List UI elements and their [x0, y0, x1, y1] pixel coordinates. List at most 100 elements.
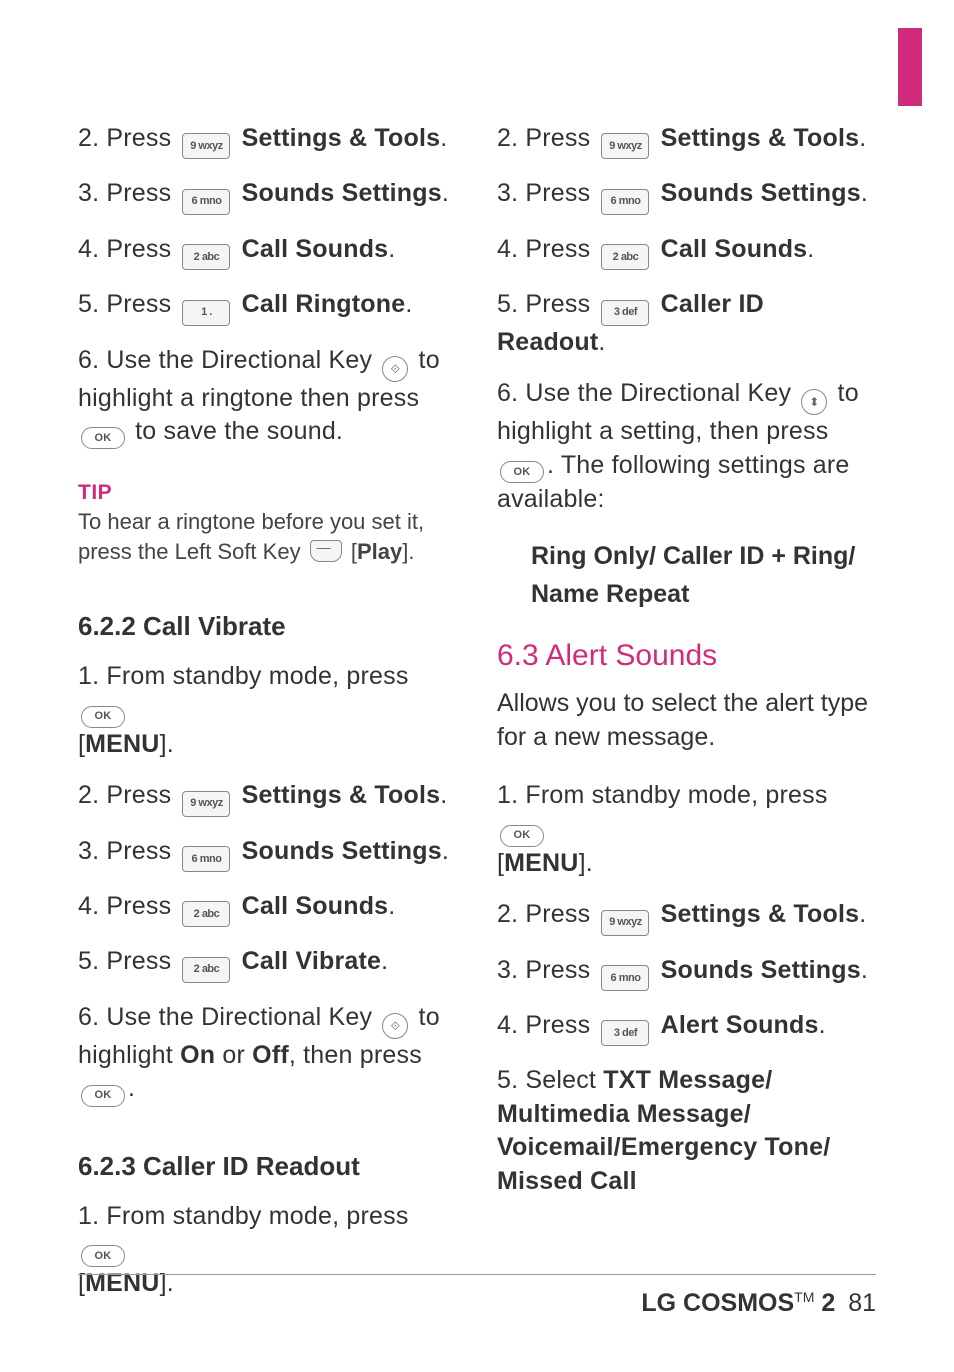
text: , then press	[289, 1041, 422, 1069]
page-edge-tab	[898, 28, 922, 106]
keypad-9-icon: 9 wxyz	[182, 791, 230, 817]
text: .	[388, 892, 395, 920]
text: 5. Press	[497, 290, 590, 318]
ok-key-icon: OK	[81, 706, 125, 728]
step-text: 6. Use the Directional Key ⟐ to highligh…	[78, 344, 457, 450]
text: 6. Use the Directional Key	[78, 346, 372, 374]
text: .	[819, 1011, 826, 1039]
text: or	[222, 1041, 245, 1069]
text: 4. Press	[497, 235, 590, 263]
label: Call Ringtone	[242, 290, 406, 318]
text: 4. Press	[78, 892, 171, 920]
text: .	[128, 1074, 135, 1102]
text: 4. Press	[497, 1011, 590, 1039]
on-label: On	[180, 1041, 215, 1069]
text: 2. Press	[497, 900, 590, 928]
ok-key-icon: OK	[500, 461, 544, 483]
keypad-9-icon: 9 wxyz	[601, 910, 649, 936]
directional-key-icon: ⟐	[382, 356, 408, 382]
label: Settings & Tools	[661, 124, 860, 152]
text: .	[440, 124, 447, 152]
label: Settings & Tools	[242, 124, 441, 152]
label: Settings & Tools	[661, 900, 860, 928]
text: .	[598, 328, 605, 356]
left-soft-key-icon	[310, 540, 342, 562]
text: .	[440, 781, 447, 809]
text: .	[388, 235, 395, 263]
right-column: 2. Press 9 wxyz Settings & Tools. 3. Pre…	[497, 122, 876, 1242]
step-text: 6. Use the Directional Key ⟐ to highligh…	[78, 1001, 457, 1107]
ok-key-icon: OK	[81, 1245, 125, 1267]
off-label: Off	[252, 1041, 289, 1069]
menu-label: MENU	[504, 849, 578, 877]
text: 3. Press	[78, 179, 171, 207]
tip-body: To hear a ringtone before you set it, pr…	[78, 507, 457, 566]
step-text: 5. Select TXT Message/ Multimedia Messag…	[497, 1064, 876, 1198]
step-text: 6. Use the Directional Key ⬍ to highligh…	[497, 377, 876, 516]
ok-key-icon: OK	[81, 427, 125, 449]
step-text: 2. Press 9 wxyz Settings & Tools.	[497, 898, 876, 935]
keypad-9-icon: 9 wxyz	[182, 133, 230, 159]
keypad-6-icon: 6 mno	[182, 846, 230, 872]
step-text: 2. Press 9 wxyz Settings & Tools.	[497, 122, 876, 159]
heading-6-2-3: 6.2.3 Caller ID Readout	[78, 1151, 457, 1182]
keypad-2-icon: 2 abc	[182, 901, 230, 927]
keypad-3-icon: 3 def	[601, 1020, 649, 1046]
page-number: 81	[848, 1289, 876, 1317]
text: 5. Press	[78, 947, 171, 975]
text: ].	[402, 539, 414, 564]
label: Settings & Tools	[242, 781, 441, 809]
step-text: 2. Press 9 wxyz Settings & Tools.	[78, 779, 457, 816]
step-text: 4. Press 2 abc Call Sounds.	[78, 890, 457, 927]
readout-options: Ring Only/ Caller ID + Ring/ Name Repeat	[531, 538, 876, 613]
text: 3. Press	[78, 837, 171, 865]
step-text: 3. Press 6 mno Sounds Settings.	[497, 954, 876, 991]
trademark-icon: TM	[794, 1289, 814, 1305]
step-text: 5. Press 2 abc Call Vibrate.	[78, 945, 457, 982]
keypad-2-icon: 2 abc	[182, 244, 230, 270]
page-body: 2. Press 9 wxyz Settings & Tools. 3. Pre…	[78, 122, 876, 1242]
heading-6-2-2: 6.2.2 Call Vibrate	[78, 611, 457, 642]
text: .	[442, 179, 449, 207]
text: .	[859, 900, 866, 928]
label: Sounds Settings	[661, 956, 861, 984]
step-text: 1. From standby mode, press OK [MENU].	[497, 779, 876, 880]
label: Call Sounds	[242, 892, 389, 920]
step-text: 5. Press 3 def Caller ID Readout.	[497, 288, 876, 359]
label: Sounds Settings	[661, 179, 861, 207]
text: .	[859, 124, 866, 152]
text: 1. From standby mode, press	[497, 781, 828, 809]
step-text: 5. Press 1 . Call Ringtone.	[78, 288, 457, 325]
page-footer: LG COSMOSTM 2 81	[78, 1274, 876, 1318]
text: 3. Press	[497, 179, 590, 207]
text: .	[807, 235, 814, 263]
keypad-2-icon: 2 abc	[182, 957, 230, 983]
text: .	[442, 837, 449, 865]
step-text: 4. Press 3 def Alert Sounds.	[497, 1009, 876, 1046]
directional-key-icon: ⟐	[382, 1013, 408, 1039]
keypad-3-icon: 3 def	[601, 300, 649, 326]
text: 5. Press	[78, 290, 171, 318]
text: 1. From standby mode, press	[78, 662, 409, 690]
label: Call Sounds	[242, 235, 389, 263]
heading-6-3: 6.3 Alert Sounds	[497, 639, 876, 673]
section-description: Allows you to select the alert type for …	[497, 687, 876, 755]
model-number: 2	[821, 1289, 835, 1317]
label: Sounds Settings	[242, 179, 442, 207]
keypad-6-icon: 6 mno	[601, 189, 649, 215]
keypad-9-icon: 9 wxyz	[601, 133, 649, 159]
keypad-2-icon: 2 abc	[601, 244, 649, 270]
text: ].	[160, 730, 174, 758]
text: 6. Use the Directional Key	[497, 379, 791, 407]
text: .	[405, 290, 412, 318]
label: Sounds Settings	[242, 837, 442, 865]
play-label: Play	[357, 539, 402, 564]
left-column: 2. Press 9 wxyz Settings & Tools. 3. Pre…	[78, 122, 457, 1242]
keypad-6-icon: 6 mno	[601, 965, 649, 991]
label: Call Vibrate	[242, 947, 382, 975]
step-text: 4. Press 2 abc Call Sounds.	[497, 233, 876, 270]
text: 2. Press	[78, 124, 171, 152]
text: 2. Press	[78, 781, 171, 809]
step-text: 1. From standby mode, press OK [MENU].	[78, 660, 457, 761]
label: Call Sounds	[661, 235, 808, 263]
